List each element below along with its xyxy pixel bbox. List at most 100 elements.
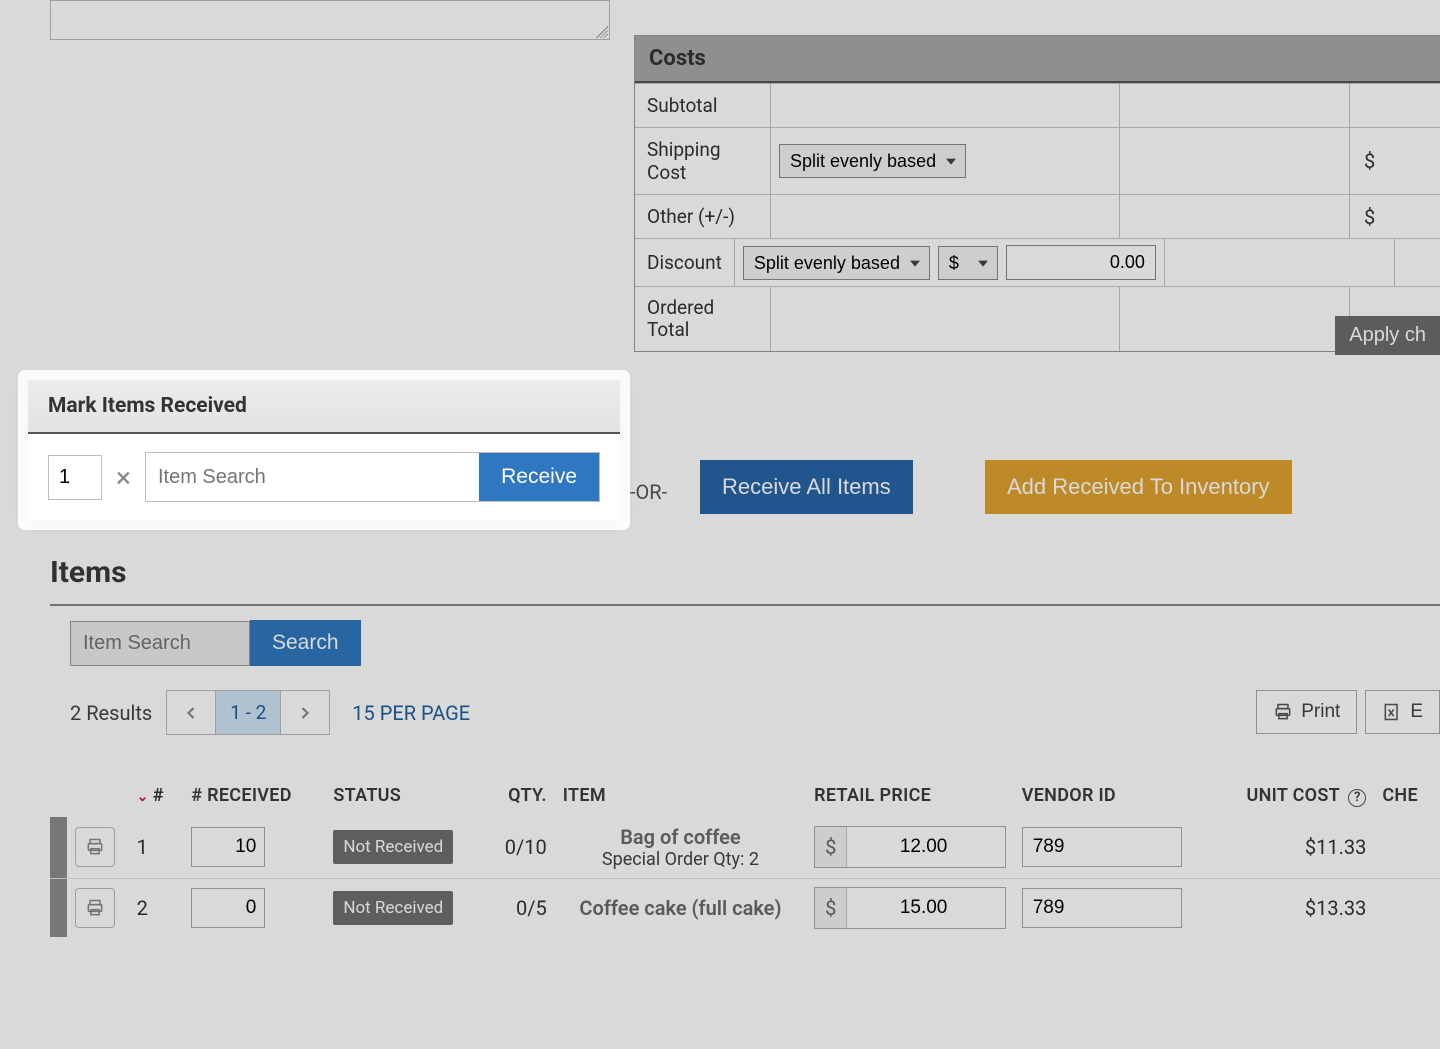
- other-label: Other (+/-): [635, 195, 771, 238]
- other-cell-1: [771, 195, 1120, 238]
- pager-next-button[interactable]: [281, 691, 329, 734]
- costs-header: Costs: [635, 36, 1440, 83]
- row-print-button[interactable]: [75, 888, 115, 928]
- pager-prev-button[interactable]: [167, 691, 216, 734]
- items-table: ⌄# # RECEIVED STATUS QTY. ITEM RETAIL PR…: [50, 775, 1440, 937]
- received-input[interactable]: [191, 827, 265, 867]
- discount-label: Discount: [635, 239, 735, 286]
- discount-cell-2: [1165, 239, 1395, 286]
- row-handle[interactable]: [50, 817, 67, 879]
- costs-row-discount: Discount Split evenly based $: [635, 238, 1440, 286]
- item-name[interactable]: Coffee cake (full cake): [563, 896, 798, 920]
- other-currency-cell: $: [1350, 195, 1440, 238]
- currency-label: $: [815, 827, 847, 867]
- costs-row-ordered-total: Ordered Total: [635, 286, 1440, 351]
- subtotal-label: Subtotal: [635, 84, 771, 127]
- discount-currency-select[interactable]: $: [938, 246, 998, 280]
- retail-price-input-wrap: $: [814, 887, 1006, 929]
- vendor-id-input[interactable]: [1022, 827, 1182, 867]
- costs-row-shipping: Shipping Cost Split evenly based $: [635, 127, 1440, 194]
- print-label: Print: [1301, 701, 1340, 723]
- col-unit-cost[interactable]: UNIT COST ?: [1221, 775, 1374, 817]
- status-badge: Not Received: [333, 891, 453, 925]
- col-num[interactable]: ⌄#: [129, 775, 184, 817]
- discount-split-select[interactable]: Split evenly based: [743, 246, 930, 280]
- export-button[interactable]: E: [1365, 690, 1440, 734]
- shipping-label: Shipping Cost: [635, 128, 771, 194]
- retail-price-input[interactable]: [847, 828, 957, 866]
- costs-panel: Costs Subtotal Shipping Cost Split evenl…: [634, 35, 1440, 352]
- subtotal-cell-2: [1120, 84, 1350, 127]
- item-name[interactable]: Bag of coffee: [563, 825, 798, 849]
- ordered-total-cell-2: [1120, 287, 1350, 351]
- print-icon: [85, 837, 105, 857]
- export-excel-icon: [1382, 702, 1402, 722]
- items-search-input[interactable]: [70, 621, 250, 666]
- pager-range[interactable]: 1 - 2: [216, 691, 281, 734]
- col-qty[interactable]: QTY.: [467, 775, 554, 817]
- export-label: E: [1410, 701, 1423, 723]
- per-page-link[interactable]: 15 PER PAGE: [352, 701, 470, 725]
- row-print-button[interactable]: [75, 827, 115, 867]
- retail-price-input[interactable]: [847, 889, 957, 927]
- subtotal-cell-1: [771, 84, 1120, 127]
- row-num: 2: [129, 878, 184, 937]
- col-vendor[interactable]: VENDOR ID: [1014, 775, 1222, 817]
- receive-qty-input[interactable]: [48, 455, 102, 500]
- unit-cost: $11.33: [1221, 817, 1374, 879]
- currency-label: $: [815, 888, 847, 928]
- results-count: 2 Results: [70, 701, 152, 725]
- row-handle[interactable]: [50, 878, 67, 937]
- sort-desc-icon: ⌄: [137, 789, 149, 805]
- table-row: 1 Not Received 0/10 Bag of coffee Specia…: [50, 817, 1440, 879]
- costs-row-subtotal: Subtotal: [635, 83, 1440, 127]
- discount-cell-3: [1395, 239, 1440, 286]
- pager: 1 - 2: [166, 690, 330, 735]
- shipping-method-cell: Split evenly based: [771, 128, 1120, 194]
- col-status[interactable]: STATUS: [325, 775, 467, 817]
- print-icon: [85, 898, 105, 918]
- status-badge: Not Received: [333, 830, 453, 864]
- col-received[interactable]: # RECEIVED: [183, 775, 325, 817]
- receive-all-button[interactable]: Receive All Items: [700, 460, 913, 514]
- col-item[interactable]: ITEM: [555, 775, 806, 817]
- or-label: -OR-: [630, 480, 667, 504]
- receive-button[interactable]: Receive: [479, 453, 599, 501]
- shipping-split-select[interactable]: Split evenly based: [779, 144, 966, 178]
- ordered-total-label: Ordered Total: [635, 287, 771, 351]
- row-qty: 0/5: [467, 878, 554, 937]
- print-button[interactable]: Print: [1256, 690, 1357, 734]
- item-sub: Special Order Qty: 2: [563, 849, 798, 870]
- discount-controls-cell: Split evenly based $: [735, 239, 1165, 286]
- items-panel: Search 2 Results 1 - 2 15 PER PAGE: [50, 604, 1440, 937]
- items-title: Items: [50, 555, 127, 590]
- print-icon: [1273, 702, 1293, 722]
- other-cell-2: [1120, 195, 1350, 238]
- received-input[interactable]: [191, 888, 265, 928]
- multiply-icon: ×: [116, 461, 131, 494]
- table-row: 2 Not Received 0/5 Coffee cake (full cak…: [50, 878, 1440, 937]
- col-che[interactable]: CHE: [1374, 775, 1440, 817]
- shipping-cell-2: [1120, 128, 1350, 194]
- receive-item-search-input[interactable]: [146, 453, 479, 501]
- chevron-left-icon: [181, 703, 201, 723]
- items-search-button[interactable]: Search: [250, 620, 361, 666]
- receive-search-wrap: Receive: [145, 452, 600, 502]
- retail-price-input-wrap: $: [814, 826, 1006, 868]
- discount-value-input[interactable]: [1006, 245, 1156, 280]
- row-num: 1: [129, 817, 184, 879]
- shipping-currency-cell: $: [1350, 128, 1440, 194]
- resize-handle-icon[interactable]: [596, 26, 608, 38]
- add-received-to-inventory-button[interactable]: Add Received To Inventory: [985, 460, 1292, 514]
- vendor-id-input[interactable]: [1022, 888, 1182, 928]
- help-icon[interactable]: ?: [1348, 789, 1366, 807]
- notes-textarea[interactable]: [50, 0, 610, 40]
- costs-row-other: Other (+/-) $: [635, 194, 1440, 238]
- col-retail[interactable]: RETAIL PRICE: [806, 775, 1014, 817]
- row-qty: 0/10: [467, 817, 554, 879]
- subtotal-cell-3: [1350, 84, 1440, 127]
- chevron-right-icon: [295, 703, 315, 723]
- unit-cost: $13.33: [1221, 878, 1374, 937]
- mark-items-received-panel: Mark Items Received × Receive: [28, 380, 620, 520]
- apply-changes-button[interactable]: Apply ch: [1335, 316, 1440, 355]
